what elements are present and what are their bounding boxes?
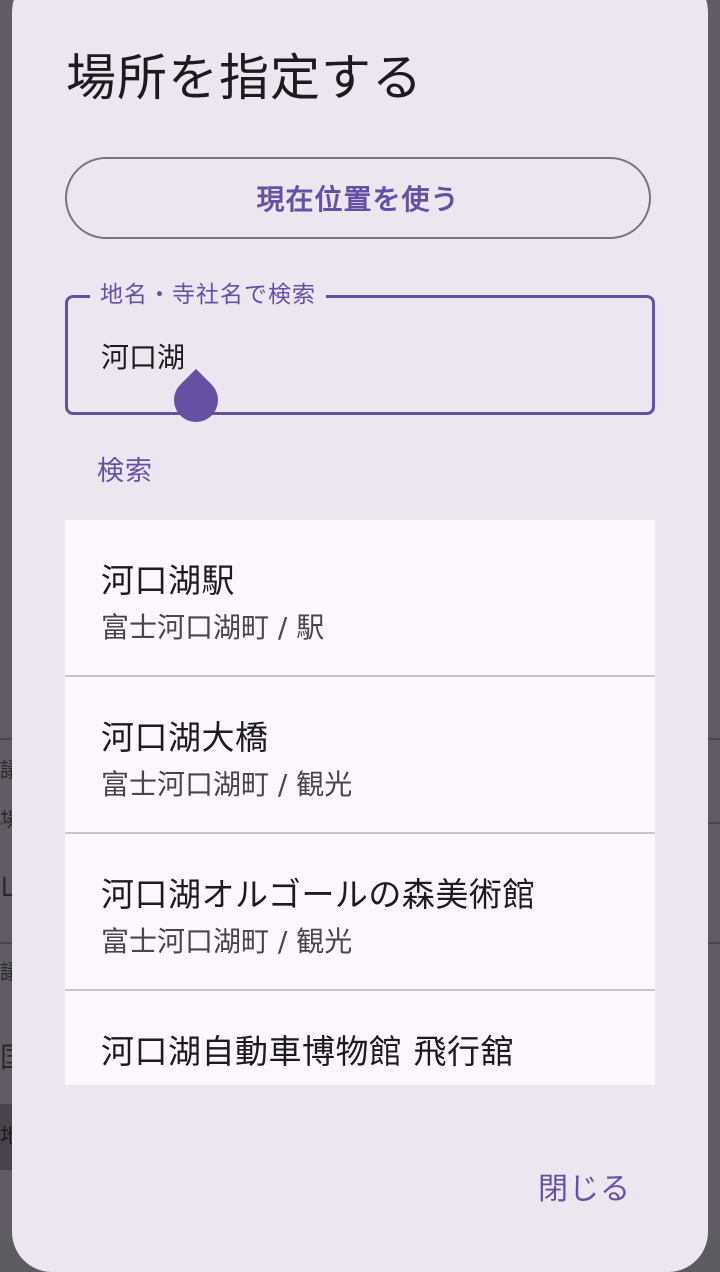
location-dialog: 場所を指定する 現在位置を使う 地名・寺社名で検索 河口湖 検索 河口湖駅 富士…	[12, 0, 708, 1272]
search-input[interactable]: 河口湖	[101, 340, 185, 376]
result-name: 河口湖自動車博物館 飛行舘	[101, 1032, 514, 1071]
close-button[interactable]: 閉じる	[530, 1168, 639, 1212]
result-subtitle: 富士河口湖町 / 駅	[101, 611, 325, 644]
list-item[interactable]: 河口湖駅 富士河口湖町 / 駅	[65, 520, 655, 677]
result-name: 河口湖駅	[101, 561, 235, 600]
text-cursor-handle[interactable]	[164, 368, 228, 432]
list-item[interactable]: 河口湖自動車博物館 飛行舘	[65, 991, 655, 1085]
list-item[interactable]: 河口湖オルゴールの森美術館 富士河口湖町 / 観光	[65, 834, 655, 991]
use-current-location-button[interactable]: 現在位置を使う	[65, 157, 651, 239]
result-subtitle: 富士河口湖町 / 観光	[101, 768, 353, 801]
search-results-list: 河口湖駅 富士河口湖町 / 駅 河口湖大橋 富士河口湖町 / 観光 河口湖オルゴ…	[65, 520, 655, 1085]
result-subtitle: 富士河口湖町 / 観光	[101, 925, 353, 958]
search-button[interactable]: 検索	[97, 454, 153, 490]
search-field-label: 地名・寺社名で検索	[90, 279, 326, 311]
result-name: 河口湖大橋	[101, 718, 269, 757]
place-search-field[interactable]: 地名・寺社名で検索 河口湖	[65, 279, 655, 432]
list-item[interactable]: 河口湖大橋 富士河口湖町 / 観光	[65, 677, 655, 834]
dialog-title: 場所を指定する	[66, 49, 423, 107]
dialog-content: 場所を指定する 現在位置を使う 地名・寺社名で検索 河口湖 検索 河口湖駅 富士…	[0, 0, 720, 1241]
result-name: 河口湖オルゴールの森美術館	[101, 875, 536, 914]
